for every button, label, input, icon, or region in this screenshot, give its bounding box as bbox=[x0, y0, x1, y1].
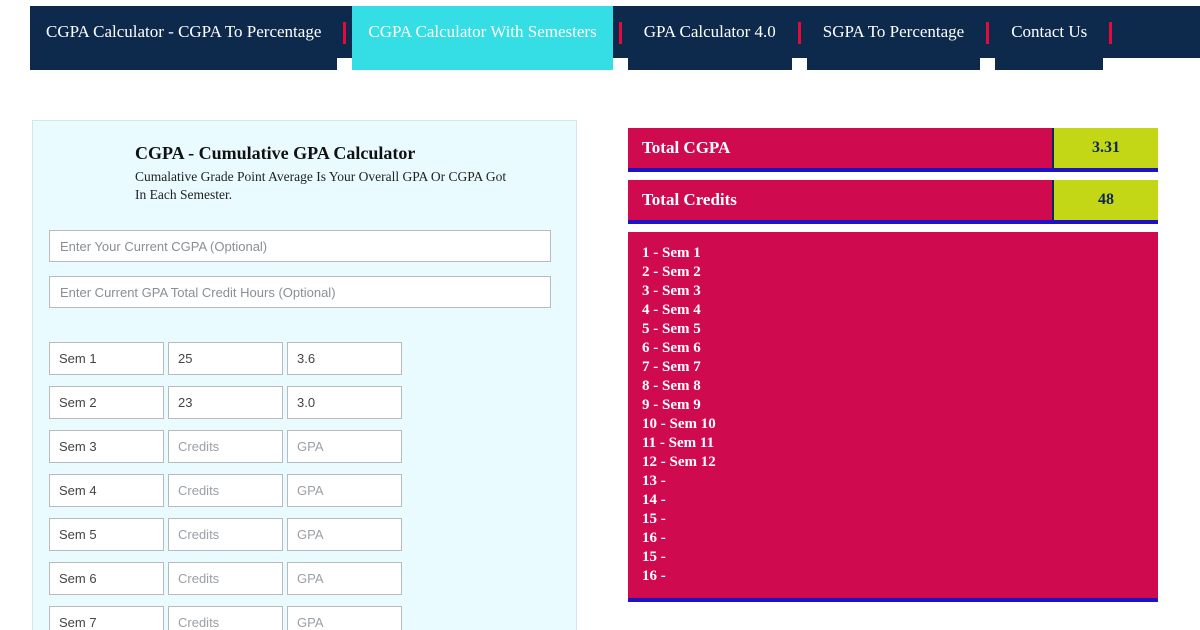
cgpa-calculator-card: CGPA - Cumulative GPA Calculator Cumalat… bbox=[32, 120, 577, 630]
list-item: 1 - Sem 1 bbox=[642, 245, 701, 261]
list-item: 16 - bbox=[642, 530, 666, 546]
list-item: 7 - Sem 7 bbox=[642, 359, 701, 375]
total-cgpa-value: 3.31 bbox=[1052, 128, 1158, 168]
sem-6-gpa-input[interactable] bbox=[287, 562, 402, 596]
total-credits-label: Total Credits bbox=[642, 190, 737, 209]
list-item: 10 - Sem 10 bbox=[642, 416, 716, 432]
list-item: 11 - Sem 11 bbox=[642, 435, 715, 451]
sem-3-gpa-input[interactable] bbox=[287, 430, 402, 464]
sem-1-gpa-input[interactable] bbox=[287, 342, 402, 376]
semester-row-6 bbox=[49, 562, 576, 596]
list-item: 14 - bbox=[642, 492, 666, 508]
sem-2-credits-input[interactable] bbox=[168, 386, 283, 420]
sem-1-name-input[interactable] bbox=[49, 342, 164, 376]
total-cgpa-label: Total CGPA bbox=[642, 138, 731, 157]
nav-separator bbox=[618, 22, 622, 44]
tab-sgpa-to-percentage[interactable]: SGPA To Percentage bbox=[806, 6, 981, 70]
tab-contact-us[interactable]: Contact Us bbox=[995, 6, 1104, 70]
sem-2-name-input[interactable] bbox=[49, 386, 164, 420]
calculator-header: CGPA - Cumulative GPA Calculator Cumalat… bbox=[135, 143, 525, 204]
total-credits-value: 48 bbox=[1052, 180, 1158, 220]
sem-7-gpa-input[interactable] bbox=[287, 606, 402, 630]
tab-cgpa-with-semesters[interactable]: CGPA Calculator With Semesters bbox=[352, 6, 613, 70]
calculator-title: CGPA - Cumulative GPA Calculator bbox=[135, 143, 416, 163]
sem-1-credits-input[interactable] bbox=[168, 342, 283, 376]
semester-row-2 bbox=[49, 386, 576, 420]
list-item: 8 - Sem 8 bbox=[642, 378, 701, 394]
current-credit-hours-input[interactable] bbox=[49, 276, 551, 309]
semester-rows bbox=[49, 342, 576, 630]
tab-cgpa-to-percentage[interactable]: CGPA Calculator - CGPA To Percentage bbox=[30, 6, 338, 70]
main-content: CGPA - Cumulative GPA Calculator Cumalat… bbox=[32, 120, 1200, 630]
total-cgpa-bar: Total CGPA 3.31 bbox=[628, 128, 1158, 172]
list-item: 13 - bbox=[642, 473, 666, 489]
list-item: 16 - bbox=[642, 568, 666, 584]
sem-4-credits-input[interactable] bbox=[168, 474, 283, 508]
nav-separator bbox=[343, 22, 347, 44]
list-item: 9 - Sem 9 bbox=[642, 397, 701, 413]
list-item: 2 - Sem 2 bbox=[642, 264, 701, 280]
list-item: 4 - Sem 4 bbox=[642, 302, 701, 318]
list-item: 12 - Sem 12 bbox=[642, 454, 716, 470]
semester-row-7 bbox=[49, 606, 576, 630]
tab-gpa-calculator[interactable]: GPA Calculator 4.0 bbox=[627, 6, 792, 70]
list-item: 6 - Sem 6 bbox=[642, 340, 701, 356]
sem-4-gpa-input[interactable] bbox=[287, 474, 402, 508]
sem-6-credits-input[interactable] bbox=[168, 562, 283, 596]
list-item: 5 - Sem 5 bbox=[642, 321, 701, 337]
semester-row-4 bbox=[49, 474, 576, 508]
nav-separator bbox=[986, 22, 990, 44]
nav-separator bbox=[797, 22, 801, 44]
current-cgpa-input[interactable] bbox=[49, 230, 551, 263]
sem-5-credits-input[interactable] bbox=[168, 518, 283, 552]
list-item: 15 - bbox=[642, 511, 666, 527]
sem-3-name-input[interactable] bbox=[49, 430, 164, 464]
calculator-subtitle: Cumalative Grade Point Average Is Your O… bbox=[135, 169, 507, 203]
nav-separator bbox=[1109, 22, 1113, 44]
semester-summary-list: 1 - Sem 1 2 - Sem 2 3 - Sem 3 4 - Sem 4 … bbox=[628, 232, 1158, 602]
semester-row-1 bbox=[49, 342, 576, 376]
semester-row-3 bbox=[49, 430, 576, 464]
list-item: 15 - bbox=[642, 549, 666, 565]
total-credits-bar: Total Credits 48 bbox=[628, 180, 1158, 224]
sem-2-gpa-input[interactable] bbox=[287, 386, 402, 420]
sem-7-credits-input[interactable] bbox=[168, 606, 283, 630]
sem-5-name-input[interactable] bbox=[49, 518, 164, 552]
semester-row-5 bbox=[49, 518, 576, 552]
sem-6-name-input[interactable] bbox=[49, 562, 164, 596]
top-navigation-bar: CGPA Calculator - CGPA To Percentage CGP… bbox=[30, 6, 1200, 70]
sem-3-credits-input[interactable] bbox=[168, 430, 283, 464]
sem-4-name-input[interactable] bbox=[49, 474, 164, 508]
sem-7-name-input[interactable] bbox=[49, 606, 164, 630]
sem-5-gpa-input[interactable] bbox=[287, 518, 402, 552]
results-panel: Total CGPA 3.31 Total Credits 48 1 - Sem… bbox=[628, 128, 1158, 630]
list-item: 3 - Sem 3 bbox=[642, 283, 701, 299]
